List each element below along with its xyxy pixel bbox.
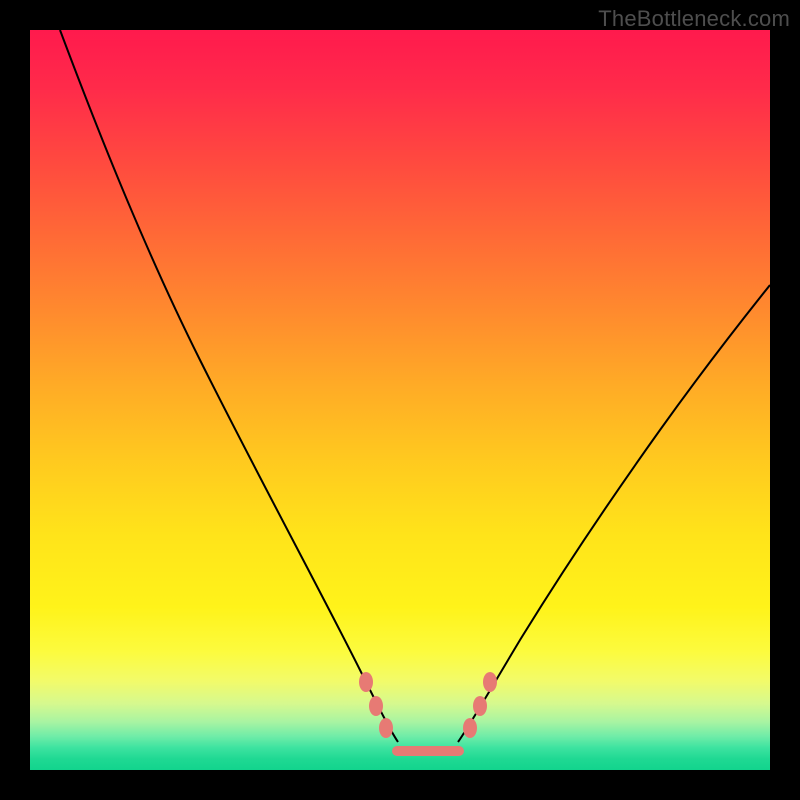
marker-dot [359,672,373,692]
marker-dot [369,696,383,716]
left-curve [60,30,398,742]
watermark-text: TheBottleneck.com [598,6,790,32]
right-curve [458,285,770,742]
plot-area [30,30,770,770]
marker-dot [463,718,477,738]
marker-dot [379,718,393,738]
flat-minimum [392,746,464,756]
marker-dot [483,672,497,692]
chart-svg [30,30,770,770]
chart-frame: TheBottleneck.com [0,0,800,800]
marker-dot [473,696,487,716]
